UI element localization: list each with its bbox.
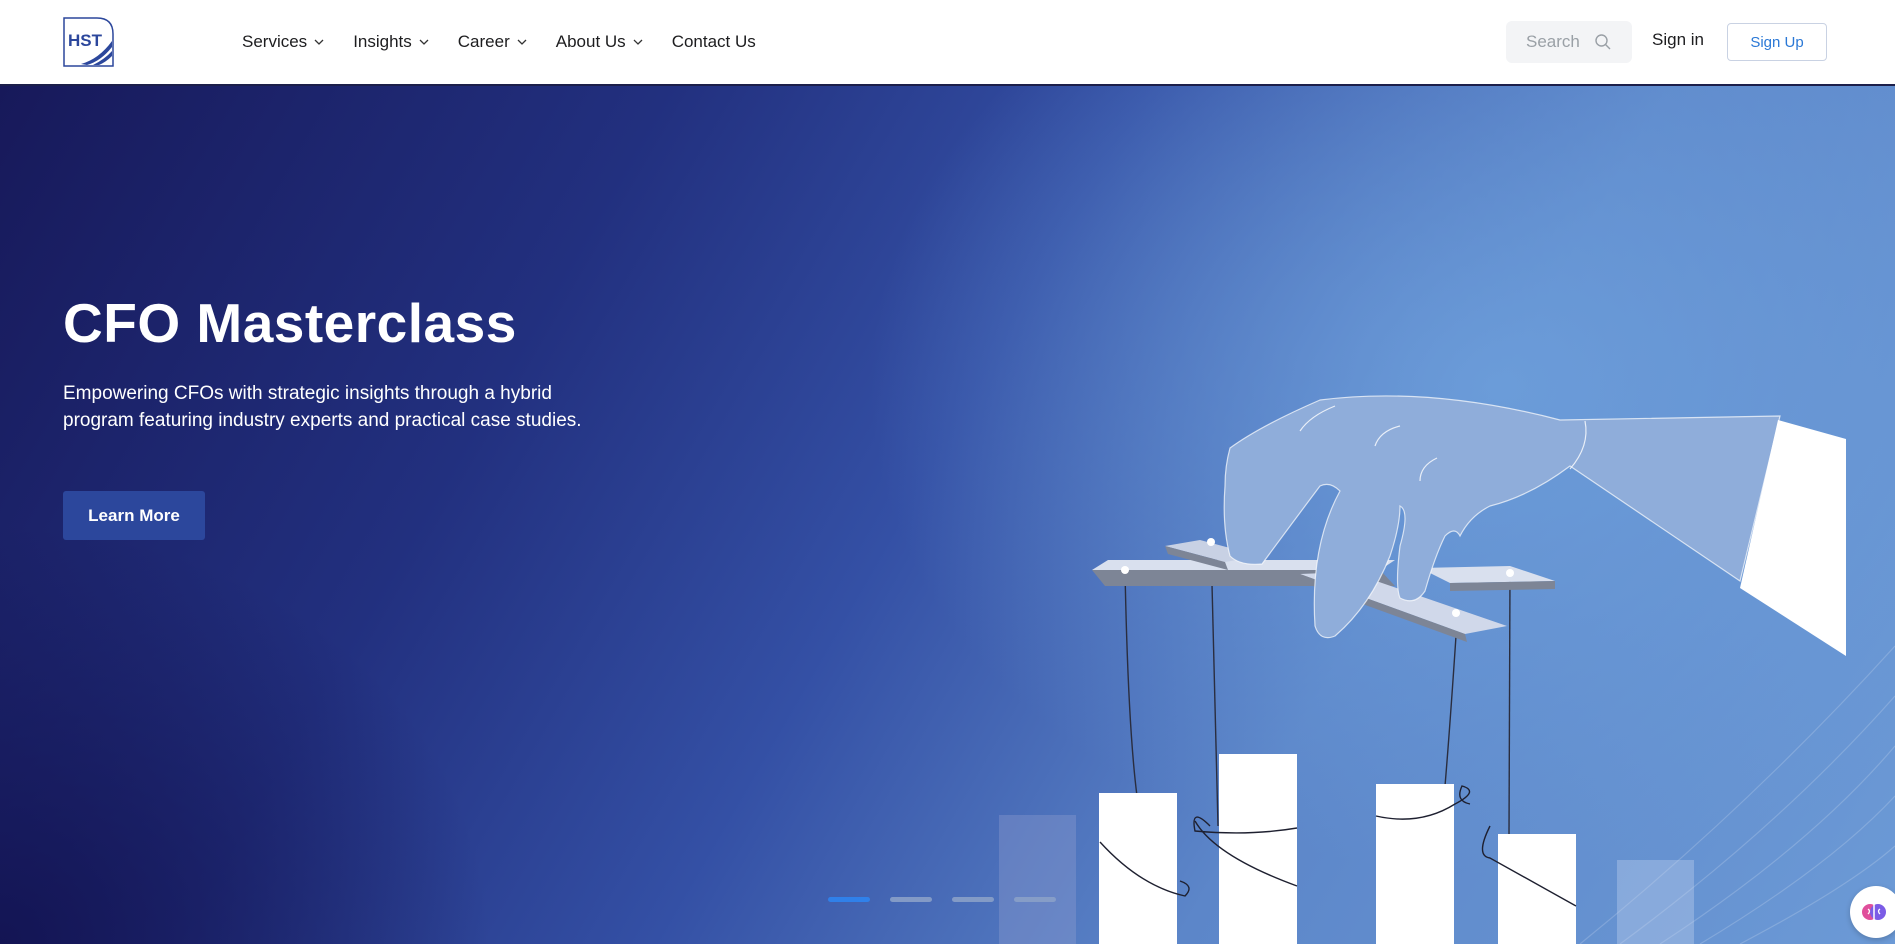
hst-logo[interactable]: HST [63, 17, 115, 67]
nav-about-us-label: About Us [555, 32, 626, 51]
hand-puppeteering-bar-chart-illustration [999, 395, 1895, 944]
carousel-dot-4[interactable] [1014, 897, 1056, 902]
nav-insights-label: Insights [353, 32, 412, 51]
brain-icon [1862, 904, 1886, 920]
carousel-dot-3[interactable] [952, 897, 994, 902]
sign-up-button[interactable]: Sign Up [1727, 23, 1827, 61]
chevron-down-icon [419, 39, 429, 45]
carousel-dot-1[interactable] [828, 897, 870, 902]
learn-more-button[interactable]: Learn More [63, 491, 205, 540]
nav-contact-us-label: Contact Us [671, 32, 756, 51]
chevron-down-icon [633, 39, 643, 45]
nav-services-label: Services [242, 32, 308, 51]
carousel-indicators [828, 897, 1076, 902]
search-placeholder: Search [1526, 32, 1580, 51]
nav-services[interactable]: Services [242, 32, 325, 52]
nav-insights[interactable]: Insights [353, 32, 430, 52]
ai-assistant-button[interactable] [1850, 886, 1895, 938]
nav-career[interactable]: Career [458, 32, 528, 52]
hero-title: CFO Masterclass [63, 292, 517, 354]
search-icon[interactable] [1594, 33, 1612, 51]
nav-contact-us[interactable]: Contact Us [672, 32, 756, 52]
main-nav: Services Insights Career About Us Contac… [242, 0, 784, 84]
hero-description: Empowering CFOs with strategic insights … [63, 383, 582, 431]
nav-about-us[interactable]: About Us [556, 32, 644, 52]
hero-banner: CFO Masterclass Empowering CFOs with str… [0, 86, 1895, 944]
chevron-down-icon [314, 39, 324, 45]
carousel-dot-2[interactable] [890, 897, 932, 902]
search-input[interactable]: Search [1506, 21, 1632, 63]
logo-text: HST [68, 31, 103, 50]
nav-career-label: Career [457, 32, 510, 51]
sign-in-link[interactable]: Sign in [1652, 30, 1704, 50]
site-header: HST Services Insights Career About Us Co… [0, 0, 1895, 86]
chevron-down-icon [517, 39, 527, 45]
